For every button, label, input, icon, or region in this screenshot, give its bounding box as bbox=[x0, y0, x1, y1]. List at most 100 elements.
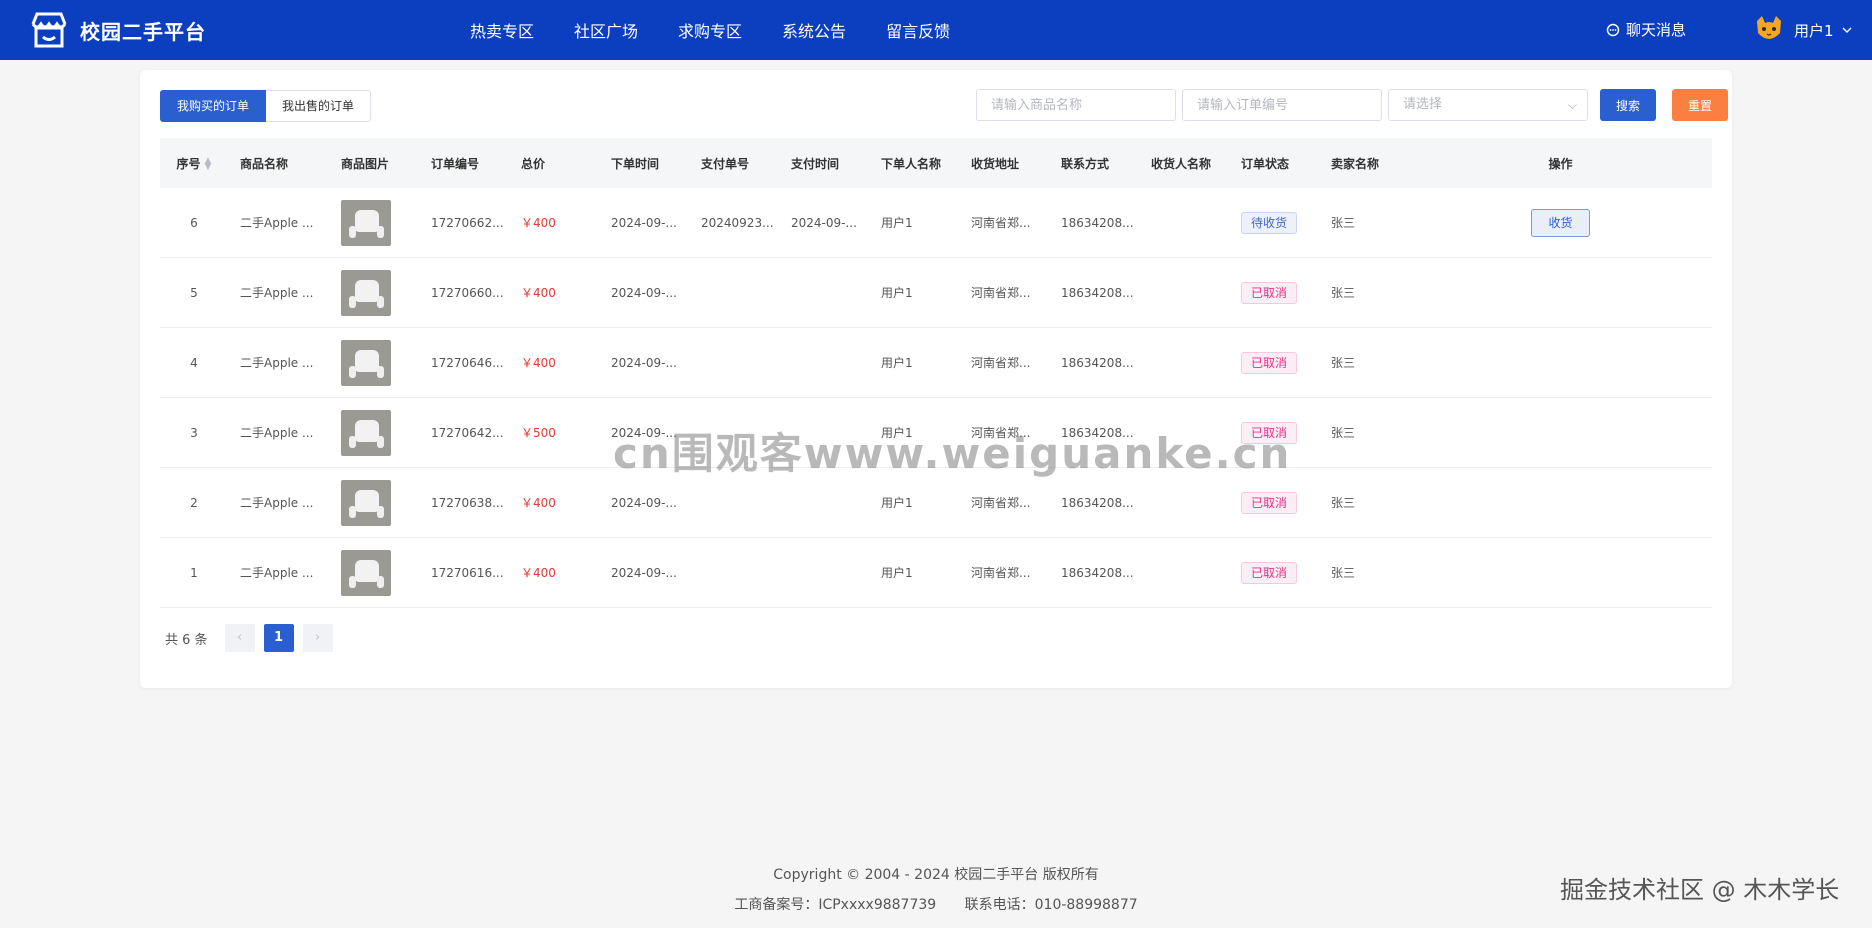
search-button[interactable]: 搜索 bbox=[1600, 89, 1656, 121]
product-name-cell: 二手Apple ... bbox=[240, 496, 314, 510]
order-status-cell: 已取消 bbox=[1229, 491, 1319, 514]
thumb-pod bbox=[377, 295, 384, 308]
next-page-button[interactable]: › bbox=[302, 624, 333, 652]
product-name-cell: 二手Apple ... bbox=[240, 216, 314, 230]
phone-cell: 18634208... bbox=[1061, 355, 1134, 370]
order-time-cell: 2024-09-... bbox=[611, 285, 677, 300]
orders-table: 序号 ▲ ▼ 商品名称 商品图片 订单编号 总价 下单时间 支付单号 支付时间 下单… bbox=[160, 138, 1712, 608]
cat-avatar-icon bbox=[1757, 16, 1781, 39]
order-time-cell: 2024-09-... bbox=[611, 355, 677, 370]
product-name-cell: 二手Apple ... bbox=[240, 426, 314, 440]
thumb-case bbox=[355, 559, 379, 582]
row-index-cell: 2 bbox=[190, 495, 198, 510]
product-image-cell bbox=[329, 549, 419, 596]
status-badge: 待收货 bbox=[1241, 211, 1298, 234]
product-image-cell bbox=[329, 479, 419, 526]
tab-bought-orders[interactable]: 我购买的订单 bbox=[160, 90, 267, 122]
seller-name-cell: 张三 bbox=[1331, 426, 1356, 440]
order-status-cell: 已取消 bbox=[1229, 281, 1319, 304]
total-price-cell: ￥400 bbox=[521, 496, 556, 510]
row-index-cell: 5 bbox=[190, 285, 198, 300]
total-price-cell: ￥400 bbox=[521, 356, 556, 370]
row-index-cell: 1 bbox=[190, 565, 198, 580]
buyer-name-cell: 用户1 bbox=[881, 566, 913, 580]
row-index-cell: 6 bbox=[190, 215, 198, 230]
col-receiver: 收货人名称 bbox=[1151, 156, 1212, 171]
pay-no-cell: 20240923... bbox=[701, 215, 774, 230]
nav-wanted[interactable]: 求购专区 bbox=[678, 18, 742, 42]
nav-feedback[interactable]: 留言反馈 bbox=[886, 18, 950, 42]
address-cell: 河南省郑... bbox=[971, 566, 1031, 580]
product-thumbnail[interactable] bbox=[341, 199, 391, 246]
status-badge: 已取消 bbox=[1241, 281, 1298, 304]
col-pay-time: 支付时间 bbox=[791, 156, 840, 171]
col-total: 总价 bbox=[521, 156, 546, 171]
chevron-down-icon bbox=[1842, 27, 1852, 33]
col-phone: 联系方式 bbox=[1061, 156, 1110, 171]
col-buyer: 下单人名称 bbox=[881, 156, 942, 171]
prev-page-button[interactable]: ‹ bbox=[224, 624, 255, 652]
thumb-case bbox=[355, 489, 379, 512]
actions-cell: 收货 bbox=[1409, 208, 1712, 237]
thumb-pod bbox=[377, 505, 384, 518]
chat-link[interactable]: 聊天消息 bbox=[1606, 19, 1686, 40]
product-thumbnail[interactable] bbox=[341, 409, 391, 456]
address-cell: 河南省郑... bbox=[971, 286, 1031, 300]
store-logo-icon bbox=[31, 12, 67, 48]
nav-community[interactable]: 社区广场 bbox=[574, 18, 638, 42]
product-thumbnail[interactable] bbox=[341, 479, 391, 526]
order-number-input[interactable] bbox=[1182, 89, 1382, 121]
icp-text: 工商备案号：ICPxxxx9887739 bbox=[734, 897, 937, 913]
seller-name-cell: 张三 bbox=[1331, 356, 1356, 370]
table-row: 1 二手Apple ... 17270616... ￥400 2024-09-... 用户… bbox=[160, 538, 1712, 608]
product-name-input[interactable] bbox=[976, 89, 1176, 121]
order-status-cell: 待收货 bbox=[1229, 211, 1319, 234]
reset-button[interactable]: 重置 bbox=[1672, 89, 1728, 121]
product-thumbnail[interactable] bbox=[341, 339, 391, 386]
total-price-cell: ￥400 bbox=[521, 566, 556, 580]
product-thumbnail[interactable] bbox=[341, 269, 391, 316]
col-pay-no: 支付单号 bbox=[701, 156, 750, 171]
order-no-cell: 17270638... bbox=[431, 495, 504, 510]
status-badge: 已取消 bbox=[1241, 351, 1298, 374]
order-no-cell: 17270662... bbox=[431, 215, 504, 230]
product-image-cell bbox=[329, 199, 419, 246]
sort-icon[interactable]: ▲ ▼ bbox=[205, 157, 212, 172]
phone-cell: 18634208... bbox=[1061, 495, 1134, 510]
juejin-watermark: 掘金技术社区 @ 木木学长 bbox=[1560, 876, 1840, 904]
thumb-case bbox=[355, 209, 379, 232]
thumb-pod bbox=[377, 225, 384, 238]
seller-name-cell: 张三 bbox=[1331, 566, 1356, 580]
product-name-cell: 二手Apple ... bbox=[240, 356, 314, 370]
product-image-cell bbox=[329, 409, 419, 456]
page-1-button[interactable]: 1 bbox=[263, 624, 294, 652]
thumb-pod bbox=[377, 575, 384, 588]
contact-phone: 联系电话：010-88998877 bbox=[964, 897, 1138, 913]
phone-cell: 18634208... bbox=[1061, 215, 1134, 230]
user-menu[interactable]: 用户1 bbox=[1752, 13, 1852, 47]
table-row: 6 二手Apple ... 17270662... ￥400 2024-09-... 20… bbox=[160, 188, 1712, 258]
status-select[interactable]: 请选择 ⌵ bbox=[1388, 89, 1588, 121]
confirm-receipt-button[interactable]: 收货 bbox=[1531, 208, 1590, 237]
col-index[interactable]: 序号 ▲ ▼ bbox=[160, 155, 228, 172]
order-no-cell: 17270646... bbox=[431, 355, 504, 370]
order-time-cell: 2024-09-... bbox=[611, 495, 677, 510]
col-order-time: 下单时间 bbox=[611, 156, 660, 171]
brand[interactable]: 校园二手平台 bbox=[28, 10, 206, 50]
col-product-image: 商品图片 bbox=[341, 156, 390, 171]
product-thumbnail[interactable] bbox=[341, 549, 391, 596]
thumb-case bbox=[355, 419, 379, 442]
orders-card: 我购买的订单 我出售的订单 请选择 ⌵ 搜索 重置 序号 ▲▼ 商品名称 商品图片… bbox=[140, 70, 1732, 688]
product-image-cell bbox=[329, 269, 419, 316]
col-seller: 卖家名称 bbox=[1331, 156, 1380, 171]
nav-hot-sale[interactable]: 热卖专区 bbox=[470, 18, 534, 42]
address-cell: 河南省郑... bbox=[971, 496, 1031, 510]
pagination: 共 6 条 ‹ 1 › bbox=[165, 624, 333, 652]
tab-sold-orders[interactable]: 我出售的订单 bbox=[266, 90, 372, 122]
status-select-placeholder: 请选择 bbox=[1403, 97, 1443, 112]
nav-announcement[interactable]: 系统公告 bbox=[782, 18, 846, 42]
table-row: 4 二手Apple ... 17270646... ￥400 2024-09-... 用户… bbox=[160, 328, 1712, 398]
thumb-pod bbox=[377, 435, 384, 448]
thumb-pod bbox=[349, 575, 356, 588]
buyer-name-cell: 用户1 bbox=[881, 216, 913, 230]
